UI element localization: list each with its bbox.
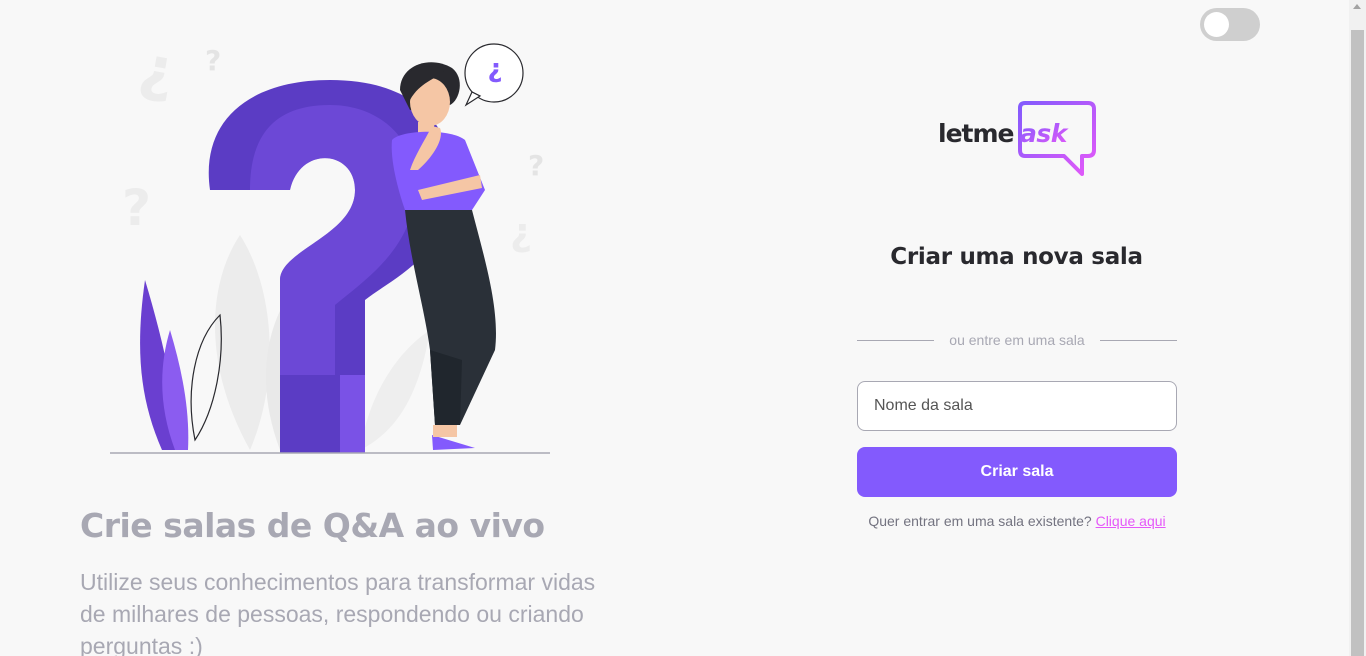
theme-toggle[interactable]	[1200, 8, 1260, 41]
existing-room-text: Quer entrar em uma sala existente?	[868, 513, 1092, 529]
svg-text:?: ?	[205, 44, 221, 77]
existing-room-prompt: Quer entrar em uma sala existente? Cliqu…	[857, 513, 1177, 529]
create-room-title: Criar uma nova sala	[890, 244, 1143, 270]
svg-text:¿: ¿	[510, 210, 532, 254]
toggle-knob	[1204, 12, 1229, 37]
svg-text:?: ?	[528, 149, 544, 182]
separator: ou entre em uma sala	[857, 330, 1177, 350]
hero-description: Utilize seus conhecimentos para transfor…	[80, 569, 596, 656]
scrollbar-thumb[interactable]	[1351, 30, 1364, 656]
scroll-up-arrow-icon[interactable]	[1353, 4, 1361, 9]
existing-room-link[interactable]: Clique aqui	[1096, 513, 1166, 529]
vertical-scrollbar[interactable]	[1349, 0, 1366, 656]
separator-line-right	[1100, 340, 1177, 341]
letmeask-logo: letme ask	[938, 101, 1096, 176]
bubble-glyph: ¿	[487, 54, 503, 84]
question-illustration: ¿ ? ? ? ¿	[110, 32, 550, 454]
create-room-button[interactable]: Criar sala	[857, 447, 1177, 497]
svg-text:ask: ask	[1020, 119, 1069, 148]
hero-title: Crie salas de Q&A ao vivo	[80, 506, 545, 545]
svg-text:?: ?	[122, 179, 151, 237]
room-name-input[interactable]	[857, 381, 1177, 431]
svg-text:¿: ¿	[134, 32, 180, 107]
svg-text:letme: letme	[938, 119, 1014, 148]
